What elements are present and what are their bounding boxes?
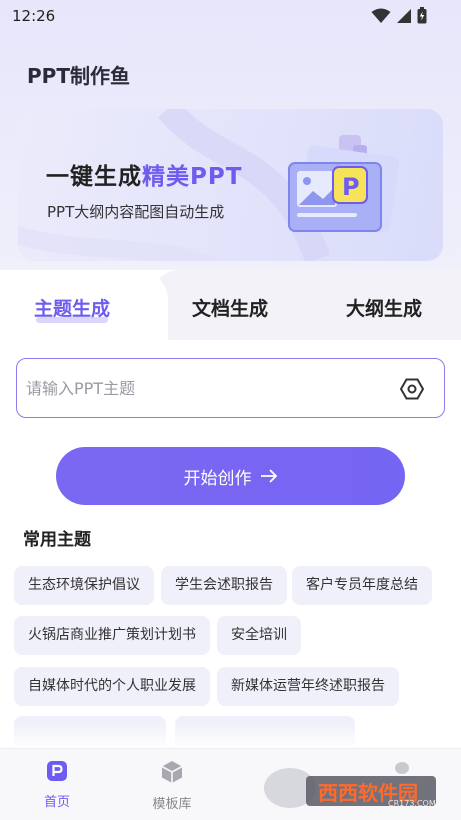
topic-chip[interactable]: 学生会述职报告: [161, 566, 287, 605]
cube-icon: [161, 761, 183, 783]
svg-text:P: P: [342, 173, 360, 201]
common-topics-title: 常用主题: [23, 530, 91, 550]
topic-chip[interactable]: 火锅店商业推广策划计划书: [14, 616, 210, 655]
wifi-icon: [371, 8, 391, 23]
arrow-right-icon: [260, 469, 277, 483]
watermark-sub: CR173.COM: [388, 799, 436, 808]
home-p-icon: [47, 761, 67, 781]
topic-chip[interactable]: 新媒体运营年终述职报告: [217, 667, 399, 706]
nav-template-library-label: 模板库: [152, 797, 192, 812]
status-time: 12:26: [12, 7, 56, 25]
banner-headline-accent: 精美PPT: [142, 164, 243, 190]
start-create-label: 开始创作: [183, 468, 252, 489]
topic-chip[interactable]: 安全培训: [217, 616, 301, 655]
tab-outline-generate[interactable]: 大纲生成: [346, 294, 422, 321]
common-topics-list: 生态环境保护倡议 学生会述职报告 客户专员年度总结 火锅店商业推广策划计划书 安…: [14, 566, 454, 746]
topic-chip[interactable]: 自媒体时代的个人职业发展: [14, 667, 210, 706]
status-icons: [371, 7, 427, 24]
start-create-button[interactable]: 开始创作: [56, 447, 405, 505]
nav-template-library[interactable]: 模板库: [142, 759, 202, 812]
nav-home-label: 首页: [43, 795, 70, 810]
app-title: PPT制作鱼: [27, 64, 130, 88]
watermark-logo: 西西软件园 CR173.COM: [260, 760, 442, 812]
generation-tabs: 主题生成 文档生成 大纲生成: [0, 270, 461, 350]
tab-document-generate[interactable]: 文档生成: [192, 294, 268, 321]
nav-home[interactable]: 首页: [27, 759, 87, 810]
battery-icon: [417, 7, 427, 24]
promo-banner[interactable]: 一键生成精美PPT PPT大纲内容配图自动生成 P: [18, 109, 443, 261]
signal-icon: [397, 8, 411, 23]
topic-chip[interactable]: 客户专员年度总结: [292, 566, 432, 605]
topic-input[interactable]: [26, 373, 386, 403]
banner-subtitle: PPT大纲内容配图自动生成: [47, 203, 225, 221]
ppt-document-icon: P: [288, 135, 400, 233]
status-bar: 12:26: [0, 0, 461, 32]
banner-headline-prefix: 一键生成: [46, 164, 142, 190]
topic-input-container: [16, 358, 445, 418]
topic-chip[interactable]: 生态环境保护倡议: [14, 566, 154, 605]
tab-topic-generate[interactable]: 主题生成: [34, 294, 110, 323]
hexagon-settings-icon[interactable]: [400, 377, 424, 401]
banner-headline: 一键生成精美PPT: [46, 157, 242, 191]
